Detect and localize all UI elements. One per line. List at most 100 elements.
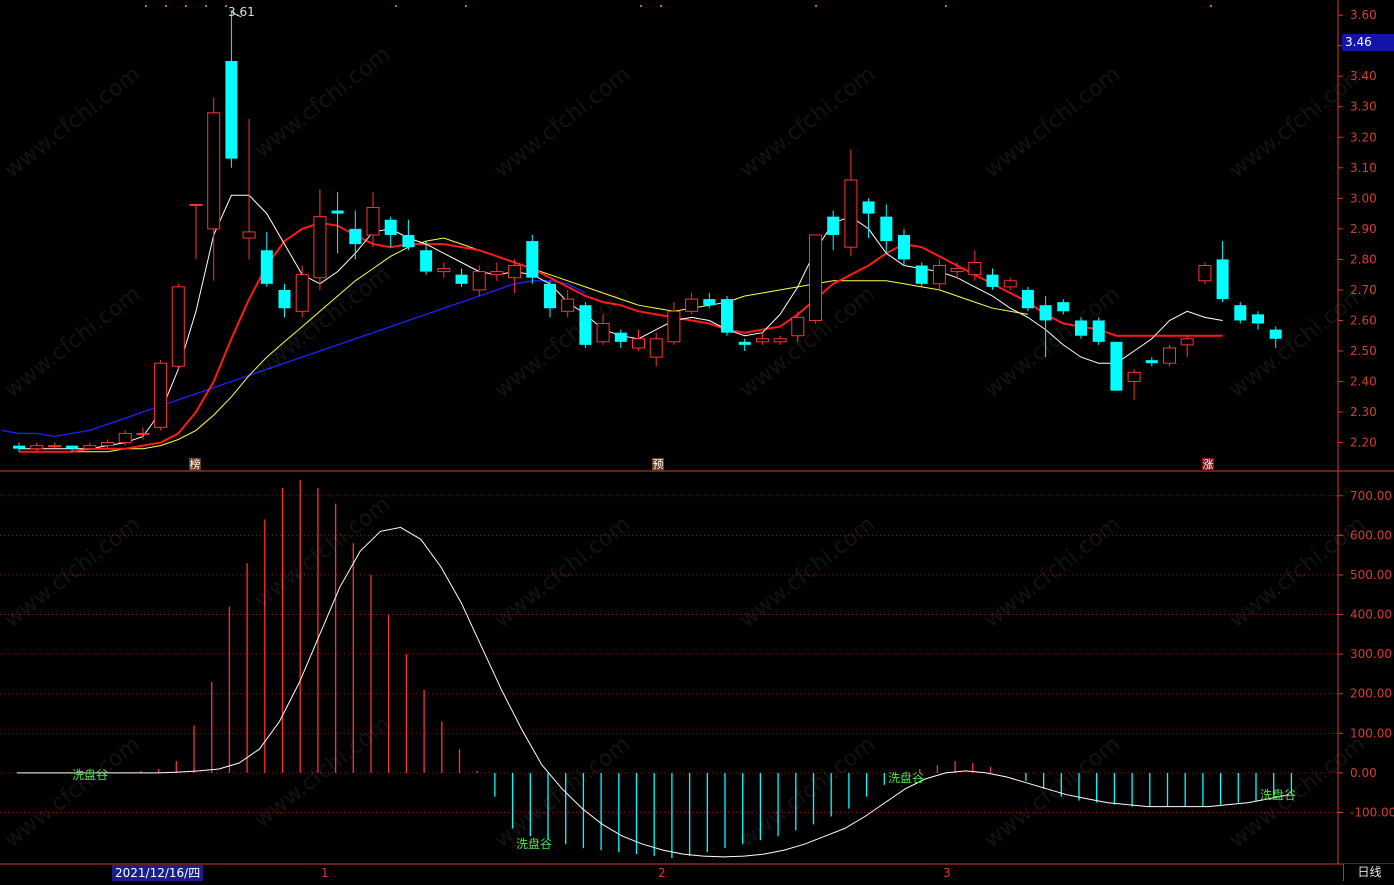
candle bbox=[596, 314, 610, 345]
candle-body bbox=[844, 179, 858, 248]
cursor-date: 2021/12/16/四 bbox=[112, 865, 204, 881]
price-tick-label: 3.30 bbox=[1350, 100, 1377, 114]
candle bbox=[1198, 262, 1212, 284]
candle-body bbox=[614, 332, 627, 342]
candle bbox=[490, 262, 504, 281]
candle-body bbox=[738, 341, 751, 345]
candle-body bbox=[260, 250, 273, 284]
candle-body bbox=[366, 206, 380, 236]
candle-body bbox=[1057, 302, 1070, 312]
candle bbox=[260, 231, 273, 287]
candle-body bbox=[1092, 320, 1105, 342]
candle-body bbox=[1269, 329, 1282, 339]
price-tick-label: 2.40 bbox=[1350, 375, 1377, 389]
candle bbox=[809, 234, 822, 324]
candle-body bbox=[755, 338, 769, 343]
ma5-line bbox=[19, 194, 1223, 450]
ma60-polyline bbox=[1, 280, 586, 438]
top-event-dots bbox=[145, 5, 1212, 7]
candle bbox=[791, 311, 805, 342]
marker-zhang[interactable]: 涨 bbox=[1202, 458, 1214, 471]
candle bbox=[1110, 341, 1123, 391]
candle-body bbox=[101, 442, 114, 447]
oscillator-axis: -100.00 0.00 100.00 200.00 300.00 400.00 500.0… bbox=[1338, 489, 1394, 820]
candle-body bbox=[242, 231, 256, 239]
candle-body bbox=[278, 289, 291, 309]
candle bbox=[898, 228, 910, 266]
candle bbox=[632, 329, 645, 351]
candle-body bbox=[508, 265, 522, 279]
candle-body bbox=[773, 338, 787, 343]
candle-body bbox=[827, 216, 840, 235]
candle bbox=[349, 210, 362, 260]
candle bbox=[47, 442, 61, 449]
candle bbox=[827, 210, 840, 251]
signal-label-s4: 洗盘谷 bbox=[1260, 788, 1297, 802]
candle bbox=[331, 192, 344, 254]
event-dot bbox=[465, 5, 467, 7]
candle bbox=[1021, 286, 1034, 312]
candle-body bbox=[47, 445, 61, 448]
candle-body bbox=[1021, 289, 1034, 309]
candle bbox=[986, 268, 999, 290]
candle bbox=[950, 262, 964, 278]
candle-body bbox=[1039, 305, 1052, 321]
price-tick-label: 3.40 bbox=[1350, 69, 1377, 83]
price-tick-label: 2.70 bbox=[1350, 283, 1377, 297]
candle-body bbox=[490, 271, 504, 276]
candle-body bbox=[30, 445, 44, 450]
candle bbox=[83, 442, 97, 450]
candle bbox=[366, 192, 380, 248]
candle-body bbox=[915, 265, 928, 284]
candle-body bbox=[986, 274, 999, 287]
price-tick-label: 3.00 bbox=[1350, 191, 1377, 205]
candle bbox=[932, 259, 946, 290]
price-tick-label: 3.20 bbox=[1350, 130, 1377, 144]
osc-polyline bbox=[17, 526, 1289, 858]
ma20-line bbox=[19, 237, 1028, 453]
marker-yu[interactable]: 预 bbox=[652, 458, 664, 471]
marker-bang[interactable]: 榜 bbox=[189, 458, 201, 471]
candle-body bbox=[1075, 320, 1087, 336]
candle-body bbox=[1145, 360, 1158, 364]
candle bbox=[225, 12, 238, 168]
event-dot bbox=[225, 5, 227, 7]
candle bbox=[1127, 369, 1141, 400]
kline-chart[interactable]: 2.20 2.30 2.40 2.50 2.60 2.70 2.80 2.90 3.00 3.10… bbox=[0, 0, 1394, 881]
period-button[interactable]: 日线 bbox=[1343, 864, 1394, 881]
candle bbox=[384, 216, 397, 248]
candle bbox=[755, 332, 769, 345]
candle bbox=[1057, 299, 1070, 315]
candle-body bbox=[118, 432, 132, 444]
candle bbox=[1269, 326, 1282, 348]
candle bbox=[667, 302, 681, 345]
osc-tick-label: 300.00 bbox=[1350, 647, 1392, 661]
candle-body bbox=[1216, 259, 1229, 300]
candle bbox=[773, 335, 787, 345]
candle-body bbox=[950, 268, 964, 273]
osc-tick-label: 100.00 bbox=[1350, 726, 1392, 740]
candle bbox=[526, 234, 539, 284]
osc-tick-label: 200.00 bbox=[1350, 687, 1392, 701]
candle-body bbox=[721, 299, 733, 333]
signal-label-s3: 洗盘谷 bbox=[888, 771, 925, 785]
candle bbox=[844, 149, 858, 257]
candle-body bbox=[579, 305, 592, 345]
candle-body bbox=[791, 316, 805, 337]
price-tick-label: 2.50 bbox=[1350, 344, 1377, 358]
price-tick-label: 3.10 bbox=[1350, 161, 1377, 175]
candle-body bbox=[703, 299, 716, 306]
candle bbox=[561, 289, 575, 318]
candle-body bbox=[898, 234, 910, 260]
candle-body bbox=[1198, 265, 1212, 282]
candle bbox=[101, 439, 114, 449]
candle bbox=[295, 265, 309, 318]
osc-tick-label: 0.00 bbox=[1350, 766, 1377, 780]
candle bbox=[1092, 317, 1105, 345]
candle bbox=[685, 292, 699, 315]
event-dot bbox=[165, 5, 167, 7]
candle bbox=[13, 442, 25, 452]
candle-body bbox=[171, 286, 185, 367]
candle-body bbox=[968, 261, 982, 276]
ma20-polyline bbox=[19, 237, 1028, 453]
